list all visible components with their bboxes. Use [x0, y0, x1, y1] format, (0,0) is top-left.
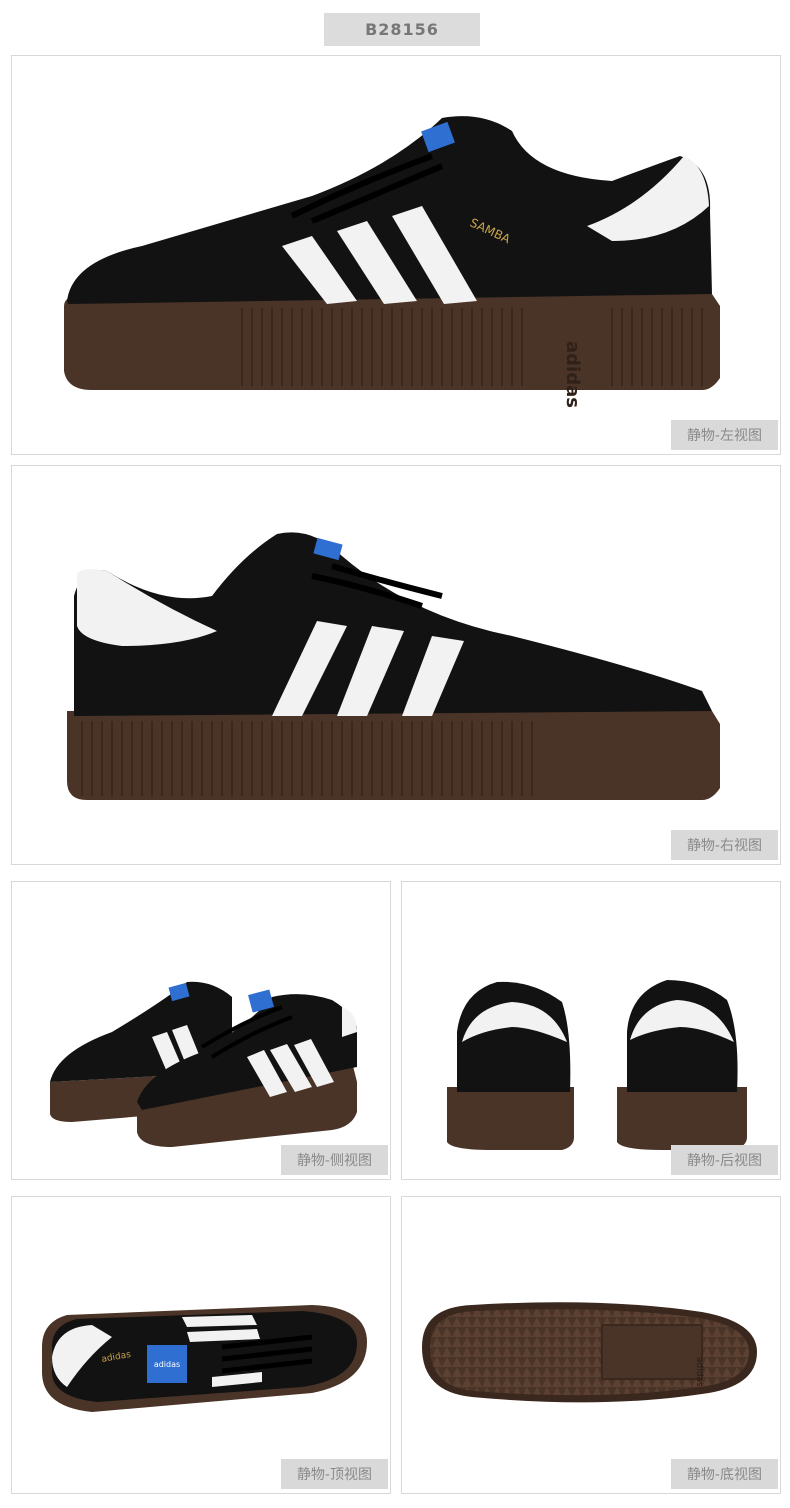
- shoe-top-view-image: adidas adidas: [42, 1305, 367, 1412]
- svg-text:adidas: adidas: [154, 1360, 180, 1369]
- svg-text:adidas: adidas: [694, 1357, 704, 1387]
- shoe-side-view-image: [50, 981, 357, 1147]
- sku-badge: B28156: [324, 13, 480, 46]
- shoe-left-view-image: SAMBA adidas: [64, 116, 720, 408]
- view-label-back: 静物-后视图: [670, 1145, 778, 1175]
- panel-bottom-view: adidas 静物-底视图: [401, 1196, 781, 1494]
- view-label-bottom: 静物-底视图: [670, 1459, 778, 1489]
- shoe-right-view-image: [67, 532, 720, 800]
- shoe-bottom-view-image: adidas: [422, 1302, 757, 1403]
- panel-right-view: 静物-右视图: [11, 465, 781, 865]
- svg-text:adidas: adidas: [562, 341, 583, 408]
- panel-top-view: adidas adidas 静物-顶视图: [11, 1196, 391, 1494]
- view-label-left: 静物-左视图: [670, 420, 778, 450]
- shoe-back-view-image: [447, 980, 747, 1150]
- view-label-right: 静物-右视图: [670, 830, 778, 860]
- view-label-side: 静物-侧视图: [280, 1145, 388, 1175]
- panel-back-view: 静物-后视图: [401, 881, 781, 1180]
- view-label-top: 静物-顶视图: [280, 1459, 388, 1489]
- panel-side-view: 静物-侧视图: [11, 881, 391, 1180]
- panel-left-view: SAMBA adidas 静物-左视图: [11, 55, 781, 455]
